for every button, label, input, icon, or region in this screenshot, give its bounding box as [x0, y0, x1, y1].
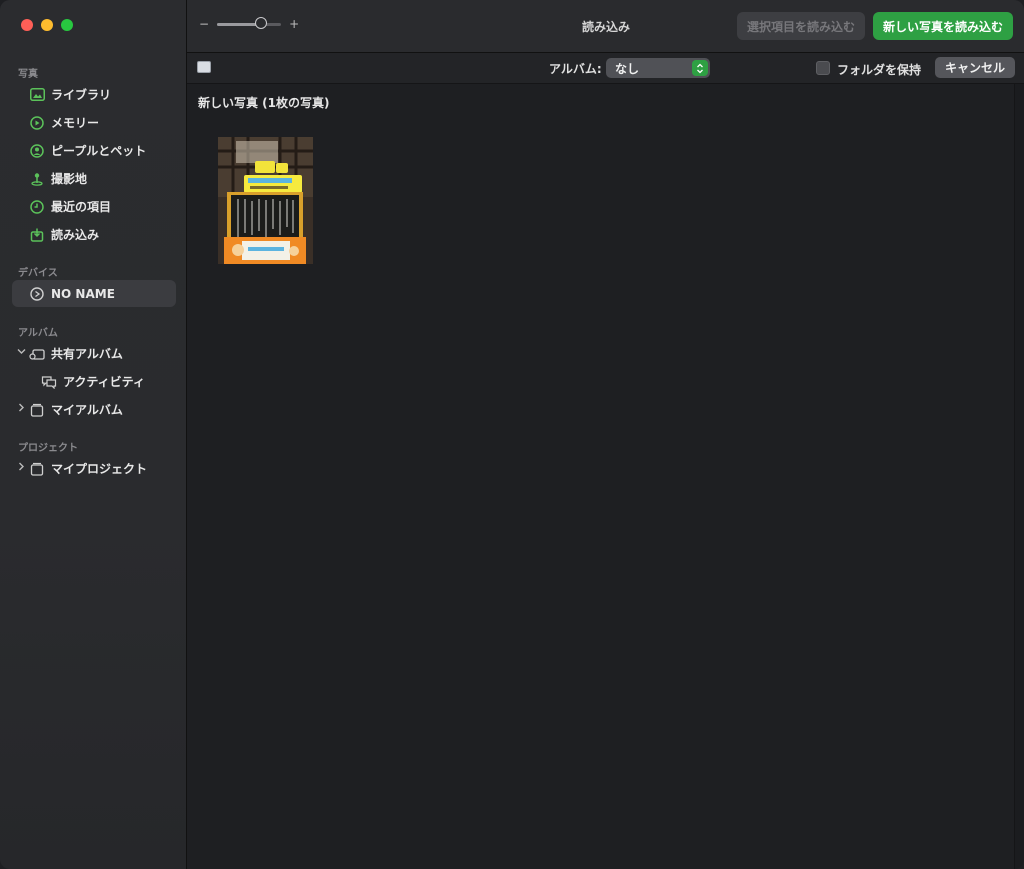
- chevron-updown-icon: [692, 60, 708, 76]
- album-select[interactable]: なし: [606, 58, 710, 78]
- sidebar-section-projects: プロジェクト: [18, 443, 78, 454]
- sidebar-item-activity[interactable]: アクティビティ: [0, 368, 176, 395]
- window-controls: [21, 19, 73, 31]
- sidebar-item-device[interactable]: NO NAME: [12, 280, 176, 307]
- sidebar-item-memories[interactable]: メモリー: [12, 109, 176, 136]
- photo-library-icon: [29, 87, 45, 103]
- sidebar-item-label: 最近の項目: [51, 200, 112, 214]
- photo-thumbnail-image: [218, 137, 313, 264]
- sidebar-item-label: マイアルバム: [51, 403, 123, 417]
- album-label: アルバム:: [549, 62, 602, 76]
- sidebar-section-albums: アルバム: [18, 328, 58, 339]
- sidebar-item-label: ライブラリ: [51, 88, 112, 102]
- sidebar-item-label: メモリー: [51, 116, 100, 130]
- zoom-slider-knob[interactable]: [255, 16, 268, 29]
- import-options-bar: アルバム: なし フォルダを保持 キャンセル: [187, 53, 1024, 84]
- disk-icon: [29, 286, 45, 302]
- sidebar-item-shared-albums[interactable]: 共有アルバム: [0, 340, 176, 367]
- toolbar: − + 読み込み 選択項目を読み込む 新しい写真を読み込む: [187, 0, 1024, 53]
- sidebar-item-label: ピープルとペット: [51, 144, 147, 158]
- chevron-right-icon[interactable]: [17, 462, 27, 474]
- sidebar-item-label: アクティビティ: [63, 375, 145, 389]
- import-new-photos-button[interactable]: 新しい写真を読み込む: [873, 12, 1013, 40]
- vertical-scrollbar[interactable]: [1014, 84, 1024, 869]
- sidebar-item-my-albums[interactable]: マイアルバム: [0, 396, 176, 423]
- zoom-control: − +: [199, 16, 299, 31]
- sidebar-item-library[interactable]: ライブラリ: [12, 81, 176, 108]
- zoom-window-button[interactable]: [61, 19, 73, 31]
- people-icon: [29, 143, 45, 159]
- sidebar-section-devices: デバイス: [18, 268, 58, 279]
- sidebar-item-label: 撮影地: [51, 172, 88, 186]
- shared-album-icon: [29, 346, 45, 362]
- sidebar-section-photos: 写真: [18, 69, 38, 80]
- keep-folders-checkbox[interactable]: [816, 61, 830, 75]
- close-window-button[interactable]: [21, 19, 33, 31]
- cancel-button[interactable]: キャンセル: [935, 57, 1015, 78]
- new-photos-heading: 新しい写真 (1枚の写真): [198, 96, 330, 110]
- imports-icon: [29, 227, 45, 243]
- zoom-slider[interactable]: [217, 16, 282, 29]
- chevron-right-icon[interactable]: [17, 403, 27, 415]
- recents-icon: [29, 199, 45, 215]
- memories-icon: [29, 115, 45, 131]
- sidebar: 写真 ライブラリ メモリー ピープルとペット 撮影地 最近の項目 読み込み デバ…: [0, 0, 187, 869]
- sidebar-item-imports[interactable]: 読み込み: [12, 221, 176, 248]
- photos-import-window: 写真 ライブラリ メモリー ピープルとペット 撮影地 最近の項目 読み込み デバ…: [0, 0, 1024, 869]
- device-icon: [197, 61, 211, 73]
- sidebar-item-people[interactable]: ピープルとペット: [12, 137, 176, 164]
- zoom-in-button[interactable]: +: [289, 17, 299, 31]
- folder-icon: [29, 402, 45, 418]
- import-content: 新しい写真 (1枚の写真): [187, 84, 1015, 869]
- sidebar-item-places[interactable]: 撮影地: [12, 165, 176, 192]
- chevron-down-icon[interactable]: [17, 347, 27, 359]
- sidebar-item-recents[interactable]: 最近の項目: [12, 193, 176, 220]
- places-icon: [29, 171, 45, 187]
- sidebar-item-label: NO NAME: [51, 286, 115, 301]
- window-title: 読み込み: [582, 20, 631, 34]
- minimize-window-button[interactable]: [41, 19, 53, 31]
- zoom-out-button[interactable]: −: [199, 17, 209, 31]
- photo-thumbnail[interactable]: [218, 137, 313, 264]
- keep-folders-label: フォルダを保持: [837, 63, 922, 77]
- sidebar-item-label: 読み込み: [51, 228, 100, 242]
- folder-icon: [29, 461, 45, 477]
- album-select-value: なし: [615, 61, 640, 76]
- import-selected-button[interactable]: 選択項目を読み込む: [737, 12, 865, 40]
- activity-icon: [41, 374, 57, 390]
- sidebar-item-label: 共有アルバム: [51, 347, 123, 361]
- sidebar-item-label: マイプロジェクト: [51, 462, 148, 476]
- sidebar-item-my-projects[interactable]: マイプロジェクト: [0, 455, 176, 482]
